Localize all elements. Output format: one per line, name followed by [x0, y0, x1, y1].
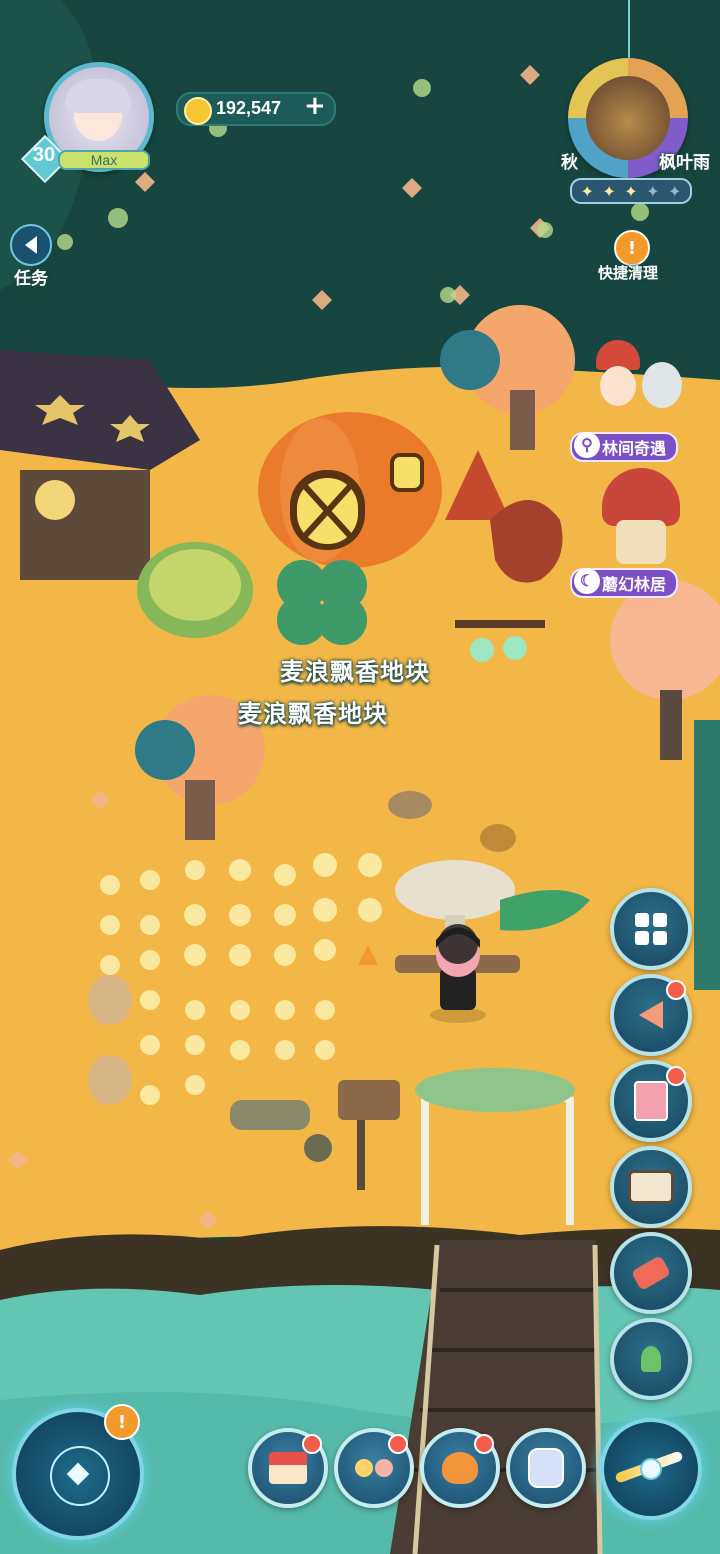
camera-icon — [628, 1170, 674, 1204]
plot-label-primary: 麦浪飘香地块 — [280, 658, 430, 686]
pumpkin-house — [258, 412, 442, 568]
cat-character — [642, 362, 682, 408]
level-bar: Max — [58, 150, 150, 170]
forest-encounter-characters[interactable] — [586, 340, 696, 430]
megaphone-icon — [639, 1001, 663, 1029]
plot-label-secondary: 麦浪飘香地块 — [238, 700, 388, 728]
quick-clean-button[interactable]: ! — [614, 230, 650, 266]
season-artwork — [586, 76, 670, 160]
quick-clean-label[interactable]: 快捷清理 — [598, 262, 658, 283]
notification-dot — [388, 1434, 408, 1454]
game-scene — [0, 0, 720, 1554]
notification-dot — [666, 980, 686, 1000]
season-hanging-string — [628, 0, 630, 60]
coin-counter: 192,547 + — [176, 91, 336, 126]
arrow-left-icon — [25, 236, 37, 254]
season-stars: ✦ ✦ ✦ ✦ ✦ — [570, 178, 692, 204]
forest-encounter-label: 林间奇遇 — [602, 441, 667, 458]
add-coins-button[interactable]: + — [304, 91, 326, 121]
shop-icon — [269, 1452, 307, 1484]
coin-icon — [184, 97, 212, 125]
quest-label[interactable]: 任务 — [14, 264, 48, 289]
star-icon: ✦ — [580, 181, 594, 201]
announcement-button[interactable] — [610, 974, 692, 1056]
notification-dot — [474, 1434, 494, 1454]
season-track-label: 枫叶雨 — [659, 153, 710, 173]
notification-dot — [666, 1066, 686, 1086]
backpack-button[interactable] — [506, 1428, 586, 1508]
friends-button[interactable] — [334, 1428, 414, 1508]
sprout-icon — [641, 1346, 661, 1372]
camera-button[interactable] — [610, 1146, 692, 1228]
flower-book-icon — [634, 1081, 668, 1121]
forest-encounter-tag[interactable]: ⚲ 林间奇遇 — [570, 432, 679, 462]
mushroom-stem — [616, 520, 666, 564]
album-button[interactable] — [610, 1060, 692, 1142]
mushroom-home[interactable] — [596, 468, 686, 568]
coin-amount: 192,547 — [216, 98, 282, 118]
quest-toggle-button[interactable] — [10, 224, 52, 266]
shop-button[interactable] — [248, 1428, 328, 1508]
bag-icon: ⚲ — [574, 432, 600, 458]
character-face — [600, 366, 636, 406]
friends-icon — [355, 1459, 393, 1477]
star-icon-empty: ✦ — [668, 181, 682, 201]
moon-icon: ☾ — [574, 568, 600, 594]
mushroom-home-tag[interactable]: ☾ 蘑幻林居 — [570, 568, 679, 598]
star-icon: ✦ — [624, 181, 638, 201]
star-icon-empty: ✦ — [646, 181, 660, 201]
plant-button[interactable] — [610, 1318, 692, 1400]
mushroom-home-label: 蘑幻林居 — [602, 577, 667, 594]
alert-icon: ! — [117, 1411, 127, 1433]
mushroom-cap — [602, 468, 680, 526]
notification-dot — [302, 1434, 322, 1454]
catalog-icon — [635, 913, 667, 945]
catalog-button[interactable] — [610, 888, 692, 970]
star-icon: ✦ — [602, 181, 616, 201]
backpack-icon — [528, 1448, 564, 1488]
pet-button[interactable] — [420, 1428, 500, 1508]
season-label: 秋 — [561, 153, 578, 173]
hammer-icon — [630, 1254, 672, 1292]
fox-pet-icon — [442, 1452, 478, 1484]
alert-icon: ! — [627, 237, 637, 259]
compass-center — [640, 1458, 662, 1480]
compass-alert-badge: ! — [104, 1404, 140, 1440]
navigation-compass-button[interactable] — [600, 1418, 702, 1520]
avatar-hair — [65, 79, 131, 113]
event-hammer-button[interactable] — [610, 1232, 692, 1314]
level-tag: Max — [90, 152, 118, 168]
